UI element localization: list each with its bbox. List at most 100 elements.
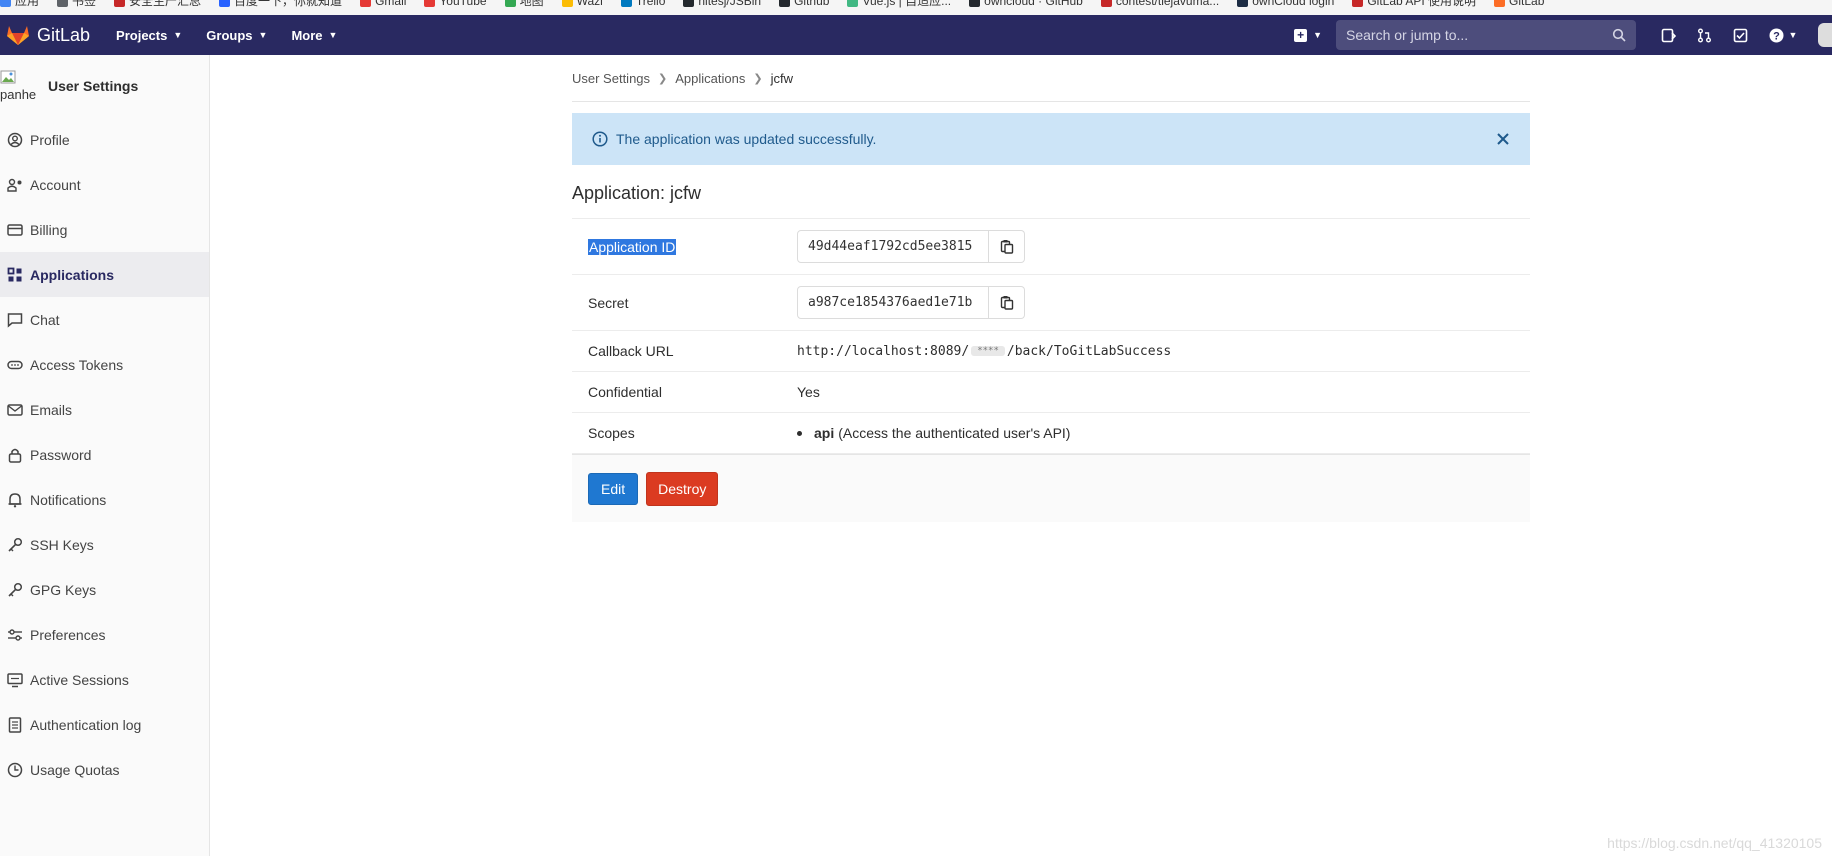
bookmarks-bar: 应用 书签 安全生产汇总 百度一下，你就知道 Gmail YouTube 地图 Wazi Tre… [0,0,1832,15]
sidebar-header: panhe User Settings [0,55,209,117]
secret-field: a987ce1854376aed1e71b [797,286,1514,319]
success-alert: The application was updated successfully… [572,113,1530,165]
log-icon [7,716,23,733]
todos-icon[interactable] [1732,27,1748,43]
bookmark-item[interactable]: 百度一下，你就知道 [219,0,342,8]
copy-application-id-button[interactable] [989,230,1025,263]
profile-icon [7,132,23,148]
projects-menu[interactable]: Projects ▼ [116,28,182,43]
sidebar-item-password[interactable]: Password [0,432,209,477]
user-avatar[interactable] [1818,23,1832,47]
bookmark-favicon-icon [683,0,695,8]
bookmark-item[interactable]: nitesj/JSBin [683,0,761,8]
callback-url-suffix: /back/ToGitLabSuccess [1006,343,1172,359]
sidebar-item-label: Preferences [30,626,106,643]
email-icon [7,402,23,418]
nav-menu: Projects ▼ Groups ▼ More ▼ [116,28,361,43]
sidebar-item-label: Account [30,176,81,193]
application-details-table: Application ID 49d44eaf1792cd5ee3815 Sec… [572,218,1530,454]
chevron-down-icon: ▼ [328,30,338,40]
destroy-button[interactable]: Destroy [646,471,719,506]
nav-right: + ▼ Search or jump to... ? ▼ [1294,15,1832,55]
sidebar-item-active-sessions[interactable]: Active Sessions [0,657,209,702]
table-row: Application ID 49d44eaf1792cd5ee3815 [572,218,1530,275]
preferences-icon [7,627,23,643]
sidebar-item-access-tokens[interactable]: Access Tokens [0,342,209,387]
sidebar-item-ssh-keys[interactable]: SSH Keys [0,522,209,567]
bookmark-item[interactable]: 安全生产汇总 [114,0,201,8]
close-icon[interactable] [1496,132,1510,146]
applications-icon [7,267,23,283]
more-menu[interactable]: More ▼ [291,28,337,43]
bookmark-label: 应用 [15,0,40,8]
bookmark-item[interactable]: Vue.js | 自适应... [847,0,951,8]
application-id-input[interactable]: 49d44eaf1792cd5ee3815 [797,230,989,263]
application-id-field: 49d44eaf1792cd5ee3815 [797,230,1514,263]
sidebar-item-profile[interactable]: Profile [0,117,209,162]
issues-icon[interactable] [1660,27,1676,43]
edit-button[interactable]: Edit [588,472,639,505]
sidebar-title[interactable]: User Settings [48,78,138,94]
groups-menu[interactable]: Groups ▼ [206,28,267,43]
sidebar-nav: Profile Account Billing Applications Chat Acc… [0,117,209,792]
bookmark-item[interactable]: 应用 [0,0,40,8]
svg-text:?: ? [1773,30,1780,42]
breadcrumb-current[interactable]: jcfw [771,71,793,86]
bookmark-favicon-icon [1100,0,1112,8]
merge-requests-icon[interactable] [1696,27,1712,43]
bookmark-item[interactable]: owncloud · GitHub [969,0,1083,8]
breadcrumb-user-settings[interactable]: User Settings [572,71,650,86]
secret-input[interactable]: a987ce1854376aed1e71b [797,286,989,319]
bookmark-item[interactable]: contest/tiejavuma... [1100,0,1219,8]
sidebar-item-billing[interactable]: Billing [0,207,209,252]
sidebar-item-label: Active Sessions [30,671,129,688]
bookmark-item[interactable]: GitLab [1494,0,1545,8]
confidential-label: Confidential [588,384,662,400]
sidebar-item-label: Access Tokens [30,356,124,373]
bookmark-item[interactable]: Github [779,0,829,8]
bookmark-favicon-icon [620,0,632,8]
plus-icon: + [1294,28,1308,42]
scopes-label: Scopes [588,425,635,441]
new-dropdown[interactable]: + ▼ [1294,28,1322,42]
bookmark-favicon-icon [219,0,231,8]
bookmark-item[interactable]: 书签 [57,0,96,8]
bookmark-item[interactable]: ownCloud login [1237,0,1334,8]
sidebar-item-label: Emails [30,401,73,418]
sidebar-item-gpg-keys[interactable]: GPG Keys [0,567,209,612]
secret-label: Secret [588,294,629,311]
sidebar-item-label: Notifications [30,491,107,508]
sidebar-item-notifications[interactable]: Notifications [0,477,209,522]
breadcrumb-applications[interactable]: Applications [675,71,745,86]
scope-item: api (Access the authenticated user's API… [797,425,1514,441]
bookmark-item[interactable]: Gmail [360,0,406,8]
copy-secret-button[interactable] [989,286,1025,319]
callback-url-value: http://localhost:8089/****/back/ToGitLab… [781,331,1530,372]
sidebar-item-applications[interactable]: Applications [0,252,209,297]
sidebar-item-account[interactable]: Account [0,162,209,207]
sidebar-item-label: Authentication log [30,716,142,733]
gitlab-logo-icon [7,26,29,45]
bookmark-item[interactable]: Trello [620,0,665,8]
search-input[interactable]: Search or jump to... [1336,20,1636,50]
sidebar-item-chat[interactable]: Chat [0,297,209,342]
bookmark-favicon-icon [847,0,859,8]
table-row: Confidential Yes [572,371,1530,413]
avatar-alt-text: panhe [0,87,37,102]
gitlab-home-link[interactable]: GitLab [6,24,90,46]
sidebar-item-authentication-log[interactable]: Authentication log [0,702,209,747]
bookmark-label: GitLab [1509,0,1545,8]
bookmark-item[interactable]: GitLab API 使用说明 [1352,0,1476,8]
bookmark-item[interactable]: YouTube [424,0,487,8]
bookmark-favicon-icon [424,0,436,8]
sidebar-item-usage-quotas[interactable]: Usage Quotas [0,747,209,792]
chevron-right-icon: ❯ [658,72,668,85]
bookmark-item[interactable]: Wazi [561,0,603,8]
scope-name: api [814,425,835,441]
chevron-down-icon: ▼ [258,30,268,40]
sidebar-item-preferences[interactable]: Preferences [0,612,209,657]
bookmark-favicon-icon [1494,0,1506,8]
bookmark-item[interactable]: 地图 [504,0,544,8]
sidebar-item-emails[interactable]: Emails [0,387,209,432]
help-dropdown[interactable]: ? ▼ [1768,27,1798,43]
